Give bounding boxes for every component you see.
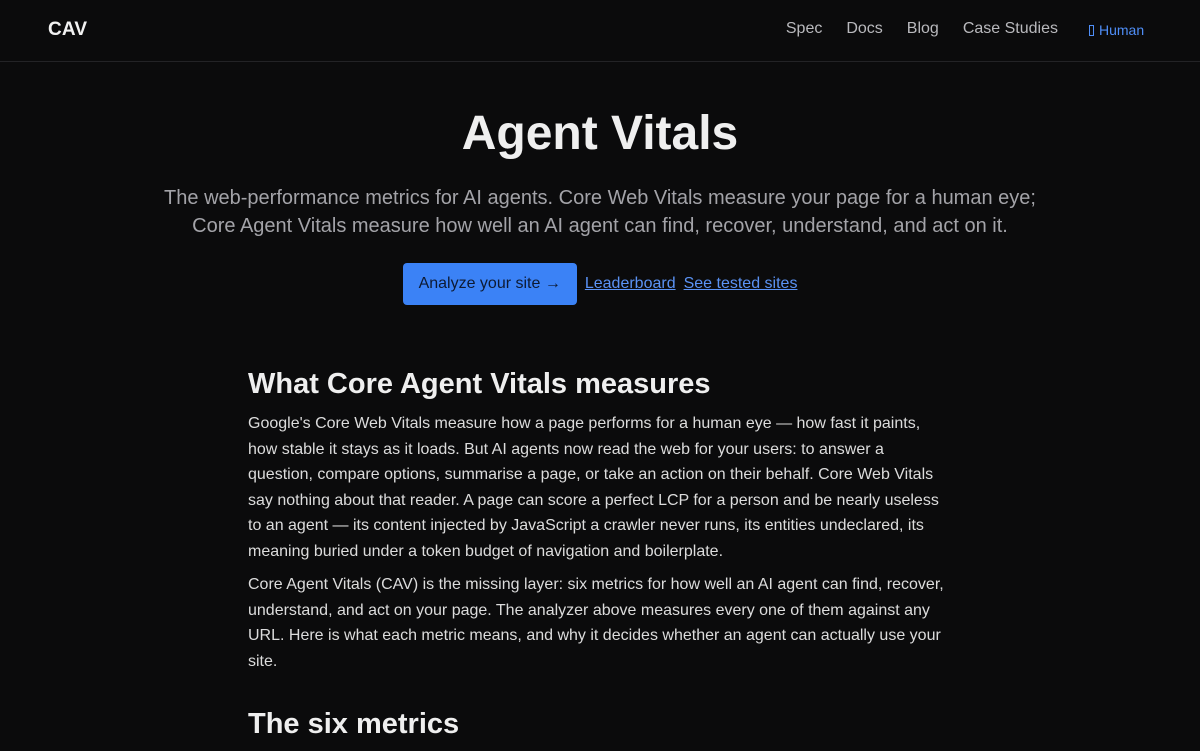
tested-sites-link[interactable]: See tested sites — [684, 275, 798, 293]
human-mode-label: Human — [1099, 22, 1145, 38]
nav-link-blog[interactable]: Blog — [907, 20, 939, 38]
missing-glyph-icon — [1089, 24, 1094, 36]
nav-link-case-studies[interactable]: Case Studies — [963, 20, 1058, 38]
paragraph-cav: Core Agent Vitals (CAV) is the missing l… — [248, 576, 944, 670]
cta-row: Analyze your site → Leaderboard See test… — [0, 263, 1200, 305]
section-heading-measures: What Core Agent Vitals measures — [248, 368, 711, 400]
main-nav: Spec Docs Blog Case Studies — [762, 20, 1058, 38]
hero-subtitle: The web-performance metrics for AI agent… — [164, 187, 1036, 237]
nav-link-docs[interactable]: Docs — [846, 20, 882, 38]
nav-link-spec[interactable]: Spec — [786, 20, 822, 38]
brand-logo[interactable]: CAV — [48, 19, 87, 41]
paragraph-intro: Google's Core Web Vitals measure how a p… — [248, 415, 939, 560]
leaderboard-link[interactable]: Leaderboard — [585, 275, 676, 293]
analyze-site-button[interactable]: Analyze your site → — [402, 263, 577, 305]
top-navigation-bar: CAV Spec Docs Blog Case Studies Human — [0, 0, 1200, 62]
hero-title: Agent Vitals — [461, 107, 739, 160]
human-mode-toggle[interactable]: Human — [1089, 22, 1144, 38]
article-content: What Core Agent Vitals measures Google's… — [248, 368, 948, 751]
section-heading-six-metrics: The six metrics — [248, 708, 460, 740]
